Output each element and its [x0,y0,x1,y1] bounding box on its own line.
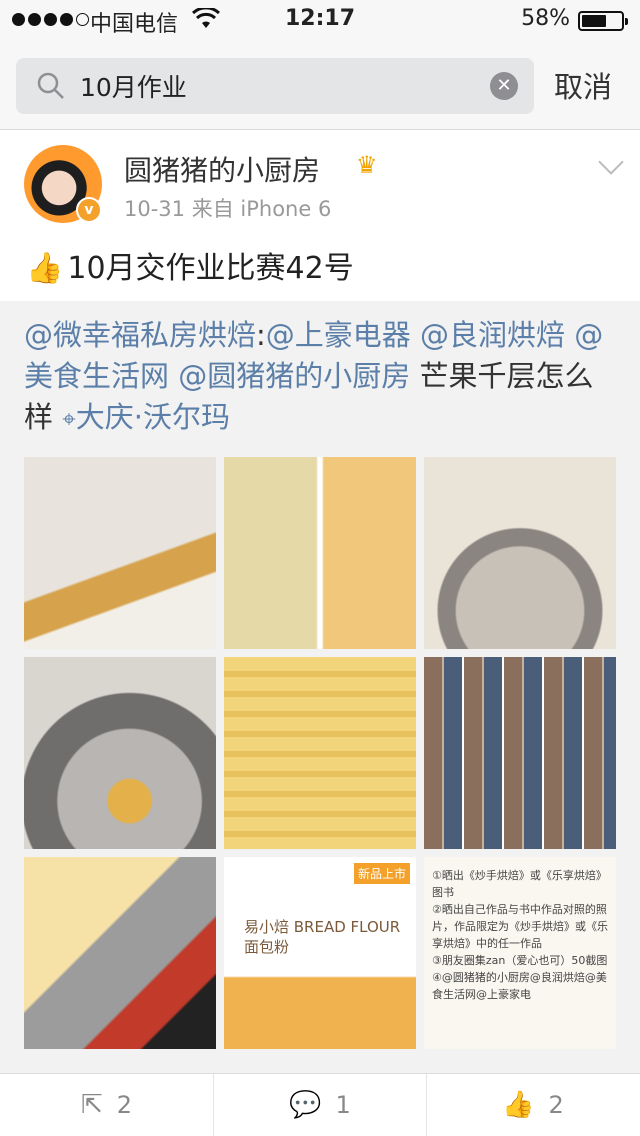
image-grid: 新品上市 易小焙 BREAD FLOUR 面包粉 ①晒出《炒手烘焙》或《乐享烘焙… [24,457,616,1049]
new-product-badge: 新品上市 [353,863,410,884]
share-icon: ⇱ [80,1090,103,1120]
repost-count: 2 [116,1091,133,1119]
photo-thumbnail[interactable]: 新品上市 易小焙 BREAD FLOUR 面包粉 [224,857,416,1049]
photo-thumbnail[interactable] [24,857,216,1049]
verified-badge-icon: v [76,197,102,223]
post-meta: 10-31 来自 iPhone 6 [124,193,331,223]
clear-search-icon[interactable]: ✕ [490,72,518,100]
post-date: 10-31 [124,197,186,221]
bread-flour-label: 易小焙 BREAD FLOUR 面包粉 [244,918,401,956]
comment-icon: 💬 [289,1090,322,1120]
photo-thumbnail[interactable]: ①晒出《炒手烘焙》或《乐享烘焙》图书 ②晒出自己作品与书中作品对照的照片，作品限… [424,857,616,1049]
thumbs-up-emoji-icon: 👍 [26,251,64,286]
post-header: v 圆猪猪的小厨房 ♛ 10-31 来自 iPhone 6 👍 10月交作业比赛4… [0,131,640,301]
repost-text: @微幸福私房烘焙:@上豪电器 @良润烘焙 @美食生活网 @圆猪猪的小厨房 芒果千… [24,315,616,440]
battery-percentage: 58% [521,6,570,31]
comment-count: 1 [335,1091,351,1119]
comment-button[interactable]: 💬 1 [213,1074,426,1136]
photo-thumbnail[interactable] [224,657,416,849]
photo-thumbnail[interactable] [224,457,416,649]
photo-thumbnail[interactable] [424,457,616,649]
post-text: 👍 10月交作业比赛42号 [26,243,354,287]
photo-thumbnail[interactable] [24,657,216,849]
search-icon [36,71,66,105]
mention-link[interactable]: @圆猪猪的小厨房 [178,359,410,393]
location-link[interactable]: 大庆·沃尔玛 [76,400,230,434]
rule-line: ②晒出自己作品与书中作品对照的照片，作品限定为《炒手烘焙》或《乐享烘焙》中的任一… [432,903,608,950]
rule-line: ①晒出《炒手烘焙》或《乐享烘焙》图书 [432,869,607,899]
search-box[interactable]: ✕ [16,58,534,114]
like-count: 2 [548,1091,564,1119]
location-pin-icon: ⌖ [62,405,76,433]
mention-link[interactable]: @上豪电器 [266,318,411,352]
action-bar: ⇱ 2 💬 1 👍 2 [0,1073,640,1136]
rule-line: ④@圆猪猪的小厨房@良润烘焙@美食生活网@上豪家电 [432,971,607,1001]
chevron-down-icon[interactable] [598,149,624,175]
post-username[interactable]: 圆猪猪的小厨房 [124,149,320,189]
search-header: ✕ 取消 [0,40,640,130]
post-text-content: 10月交作业比赛42号 [67,251,354,286]
battery-icon [578,11,628,31]
thumbs-up-icon: 👍 [502,1090,535,1120]
search-input[interactable] [80,66,480,106]
status-bar: 中国电信 12:17 58% [0,0,640,40]
repost-colon: : [256,318,266,352]
post-source: 来自 iPhone 6 [191,197,332,221]
photo-thumbnail[interactable] [424,657,616,849]
repost-button[interactable]: ⇱ 2 [0,1074,213,1136]
vip-crown-icon: ♛ [356,151,378,179]
mention-link[interactable]: @微幸福私房烘焙 [24,318,256,352]
like-button[interactable]: 👍 2 [426,1074,639,1136]
cancel-button[interactable]: 取消 [554,64,612,106]
photo-thumbnail[interactable] [24,457,216,649]
repost-block[interactable]: @微幸福私房烘焙:@上豪电器 @良润烘焙 @美食生活网 @圆猪猪的小厨房 芒果千… [0,301,640,1073]
rule-line: ③朋友圈集zan（爱心也可）50截图 [432,954,608,967]
mention-link[interactable]: @良润烘焙 [420,318,565,352]
